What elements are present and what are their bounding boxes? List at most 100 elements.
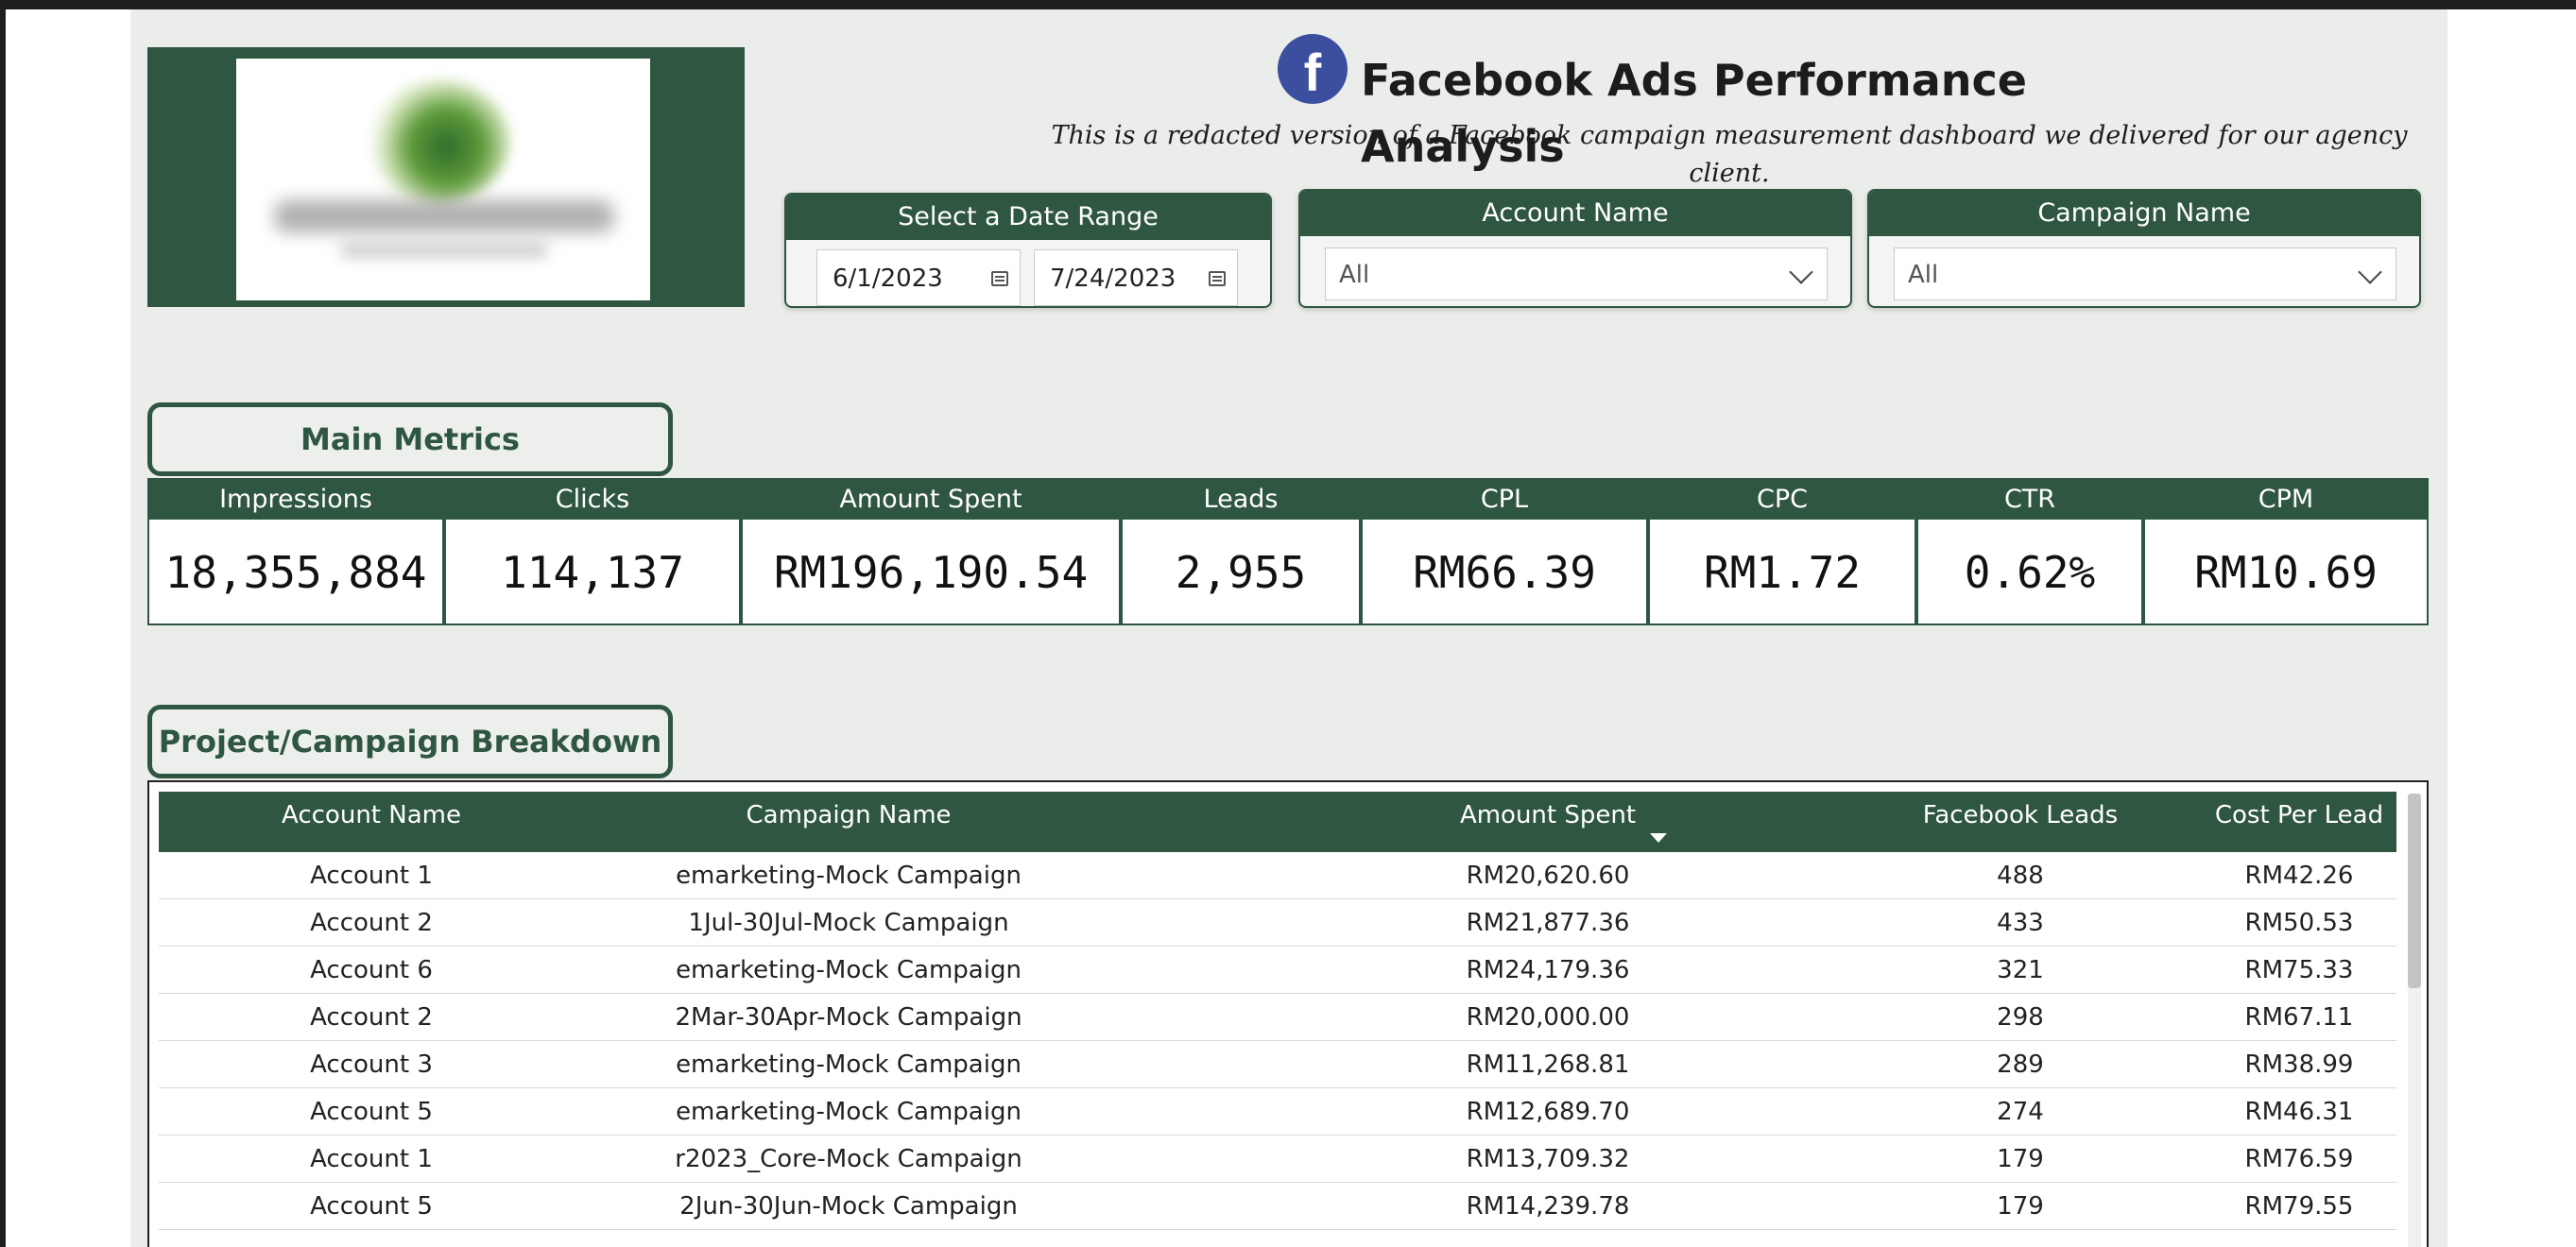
metric-label: Impressions (149, 480, 442, 520)
account-name-slicer: Account Name All (1298, 189, 1852, 308)
campaign-name-selected: All (1908, 261, 1939, 289)
metric-card-amount-spent: Amount Spent RM196,190.54 (741, 478, 1121, 625)
sort-descending-icon[interactable] (1650, 833, 1667, 843)
facebook-icon: f (1278, 34, 1348, 104)
metric-card-clicks: Clicks 114,137 (444, 478, 741, 625)
cell-cost-per-lead: RM50.53 (2244, 909, 2354, 937)
calendar-icon[interactable] (991, 271, 1008, 286)
cell-cost-per-lead: RM46.31 (2244, 1098, 2354, 1126)
cell-account-name: Account 2 (310, 1003, 433, 1032)
date-range-slicer: Select a Date Range 6/1/2023 7/24/2023 (784, 193, 1272, 308)
cell-amount-spent: RM20,620.60 (1466, 862, 1630, 890)
metric-card-cpl: CPL RM66.39 (1361, 478, 1648, 625)
metric-label: Leads (1123, 480, 1359, 520)
table-row[interactable]: Account 5 2Jun-30Jun-Mock Campaign RM14,23… (159, 1183, 2396, 1230)
cell-amount-spent: RM24,179.36 (1466, 956, 1630, 984)
metric-label: Clicks (446, 480, 739, 520)
metric-value: RM10.69 (2194, 547, 2378, 598)
metric-card-impressions: Impressions 18,355,884 (147, 478, 444, 625)
end-date-input[interactable]: 7/24/2023 (1034, 249, 1238, 306)
cell-campaign-name: emarketing-Mock Campaign (676, 1098, 1022, 1126)
metric-label: CPC (1650, 480, 1915, 520)
column-header-cost-per-lead[interactable]: Cost Per Lead (2200, 792, 2398, 839)
cell-facebook-leads: 321 (1997, 956, 2044, 984)
table-row[interactable]: Account 5 emarketing-Mock Campaign RM12,68… (159, 1088, 2396, 1136)
page-subtitle: This is a redacted version of a Facebook… (1051, 121, 2408, 188)
metric-label: CPL (1363, 480, 1646, 520)
cell-campaign-name: emarketing-Mock Campaign (676, 1051, 1022, 1079)
calendar-icon[interactable] (1209, 271, 1226, 286)
column-header-campaign-name[interactable]: Campaign Name (584, 792, 1113, 839)
cell-amount-spent: RM13,709.32 (1466, 1145, 1630, 1173)
cell-campaign-name: emarketing-Mock Campaign (676, 956, 1022, 984)
table-row[interactable]: Account 3 emarketing-Mock Campaign RM11,26… (159, 1041, 2396, 1088)
table-header-row: Account Name Campaign Name Amount Spent … (159, 792, 2396, 852)
metric-label: Amount Spent (743, 480, 1119, 520)
cell-facebook-leads: 488 (1997, 862, 2044, 890)
metric-value: RM1.72 (1703, 547, 1862, 598)
metric-card-cpc: CPC RM1.72 (1648, 478, 1916, 625)
table-row[interactable]: Account 2 1Jul-30Jul-Mock Campaign RM21,87… (159, 899, 2396, 947)
cell-facebook-leads: 179 (1997, 1192, 2044, 1221)
table-row[interactable]: Account 1 emarketing-Mock Campaign RM20,62… (159, 852, 2396, 899)
page-title: Facebook Ads Performance Analysis (1361, 55, 2027, 172)
main-metrics-heading: Main Metrics (147, 402, 673, 476)
metric-card-cpm: CPM RM10.69 (2143, 478, 2429, 625)
campaign-name-dropdown[interactable]: All (1894, 248, 2396, 300)
table-row[interactable]: Account 6 emarketing-Mock Campaign RM24,17… (159, 947, 2396, 994)
cell-facebook-leads: 433 (1997, 909, 2044, 937)
account-name-dropdown[interactable]: All (1325, 248, 1828, 300)
cell-account-name: Account 6 (310, 956, 433, 984)
cell-facebook-leads: 274 (1997, 1098, 2044, 1126)
campaign-name-label: Campaign Name (1869, 191, 2419, 236)
redacted-client-logo (236, 59, 650, 300)
campaign-breakdown-heading: Project/Campaign Breakdown (147, 705, 673, 778)
cell-campaign-name: 1Jul-30Jul-Mock Campaign (688, 909, 1009, 937)
column-header-account-name[interactable]: Account Name (159, 792, 584, 839)
cell-amount-spent: RM14,239.78 (1466, 1192, 1630, 1221)
end-date-value: 7/24/2023 (1050, 265, 1176, 293)
cell-account-name: Account 2 (310, 909, 433, 937)
cell-account-name: Account 5 (310, 1192, 433, 1221)
metrics-strip: Impressions 18,355,884 Clicks 114,137 Am… (147, 478, 2429, 625)
metric-card-leads: Leads 2,955 (1121, 478, 1361, 625)
chevron-down-icon[interactable] (1789, 260, 1813, 284)
cell-account-name: Account 1 (310, 862, 433, 890)
cell-campaign-name: 2Mar-30Apr-Mock Campaign (675, 1003, 1022, 1032)
table-row[interactable]: Account 2 2Mar-30Apr-Mock Campaign RM20,00… (159, 994, 2396, 1041)
cell-account-name: Account 3 (310, 1051, 433, 1079)
cell-campaign-name: 2Jun-30Jun-Mock Campaign (679, 1192, 1018, 1221)
cell-account-name: Account 5 (310, 1098, 433, 1126)
cell-cost-per-lead: RM38.99 (2244, 1051, 2354, 1079)
metric-label: CPM (2145, 480, 2427, 520)
chevron-down-icon[interactable] (2358, 260, 2382, 284)
logo-wordmark-blurred (274, 200, 614, 232)
account-name-label: Account Name (1300, 191, 1850, 236)
logo-tagline-blurred (340, 243, 548, 258)
cell-campaign-name: emarketing-Mock Campaign (676, 862, 1022, 890)
campaign-breakdown-table: Account Name Campaign Name Amount Spent … (147, 780, 2429, 1247)
start-date-input[interactable]: 6/1/2023 (816, 249, 1021, 306)
campaign-name-slicer: Campaign Name All (1867, 189, 2421, 308)
cell-account-name: Account 1 (310, 1145, 433, 1173)
metric-label: CTR (1918, 480, 2141, 520)
account-name-selected: All (1339, 261, 1370, 289)
column-header-facebook-leads[interactable]: Facebook Leads (1841, 792, 2200, 839)
cell-cost-per-lead: RM75.33 (2244, 956, 2354, 984)
column-header-amount-spent[interactable]: Amount Spent (1387, 792, 1709, 839)
window-left-border (0, 0, 6, 1247)
start-date-value: 6/1/2023 (833, 265, 943, 293)
cell-campaign-name: r2023_Core-Mock Campaign (675, 1145, 1022, 1173)
table-row[interactable]: Account 1 r2023_Core-Mock Campaign RM13,70… (159, 1136, 2396, 1183)
cell-facebook-leads: 298 (1997, 1003, 2044, 1032)
cell-amount-spent: RM21,877.36 (1466, 909, 1630, 937)
cell-cost-per-lead: RM79.55 (2244, 1192, 2354, 1221)
cell-facebook-leads: 289 (1997, 1051, 2044, 1079)
metric-card-ctr: CTR 0.62% (1916, 478, 2143, 625)
cell-cost-per-lead: RM42.26 (2244, 862, 2354, 890)
window-top-border (0, 0, 2576, 9)
metric-value: 18,355,884 (164, 547, 427, 598)
table-scrollbar-thumb[interactable] (2408, 794, 2421, 988)
metric-value: RM66.39 (1413, 547, 1596, 598)
table-body: Account 1 emarketing-Mock Campaign RM20,62… (159, 852, 2396, 1230)
